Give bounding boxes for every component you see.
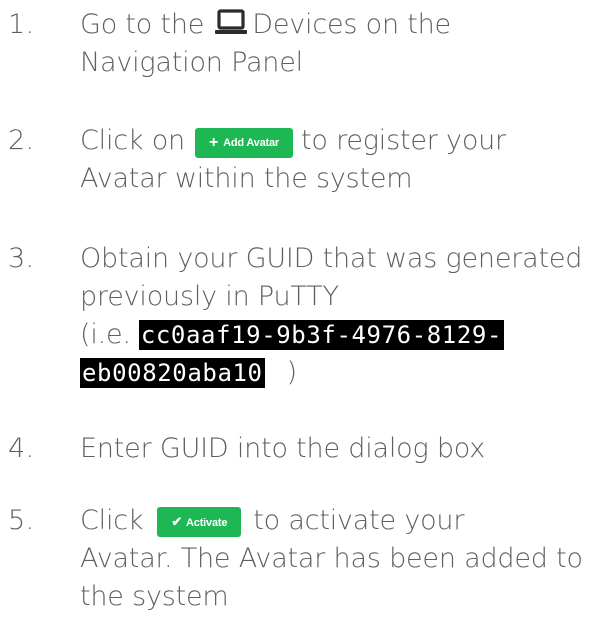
step-text-line2: Avatar. The Avatar has been added to — [80, 543, 583, 574]
step-text: Click on + Add Avatar to register your Avat… — [80, 122, 600, 198]
step-3: 3. Obtain your GUID that was generated p… — [0, 240, 604, 392]
step-text: Click ✔ Activate to activate your Avatar. T… — [80, 502, 600, 616]
step-text-line1: Obtain your GUID that was generated — [80, 243, 583, 274]
step-text-prefix: Click — [80, 505, 144, 536]
step-4: 4. Enter GUID into the dialog box — [0, 430, 604, 470]
step-text-line2: Navigation Panel — [80, 47, 303, 78]
step-text-prefix: Go to the — [80, 9, 205, 40]
step-number: 4. — [8, 433, 35, 464]
activate-button-label: Activate — [186, 517, 228, 529]
activate-button[interactable]: ✔ Activate — [157, 507, 242, 537]
guid-code-part2: eb00820aba10 — [80, 358, 265, 388]
step-number: 5. — [8, 505, 35, 536]
step-text-line2: previously in PuTTY — [80, 281, 339, 312]
step-2: 2. Click on + Add Avatar to register your A… — [0, 122, 604, 200]
laptop-icon — [214, 9, 248, 37]
check-icon: ✔ — [171, 514, 183, 529]
step-text-suffix: to activate your — [253, 505, 465, 536]
instructions-list: 1. Go to the Devices on the Navigation P… — [0, 0, 604, 617]
guid-prefix: (i.e. — [80, 319, 131, 350]
plus-icon: + — [208, 134, 219, 151]
step-number: 3. — [8, 243, 35, 274]
guid-code-part1: cc0aaf19-9b3f-4976-8129- — [138, 320, 504, 350]
step-text: Obtain your GUID that was generated prev… — [80, 240, 600, 392]
step-number: 1. — [8, 9, 35, 40]
step-text-prefix: Click on — [80, 125, 185, 156]
step-text: Enter GUID into the dialog box — [80, 430, 600, 468]
add-avatar-button[interactable]: + Add Avatar — [194, 128, 293, 158]
step-text-suffix: to register your — [300, 125, 506, 156]
add-avatar-button-label: Add Avatar — [223, 137, 279, 149]
step-text-line3: the system — [80, 581, 229, 612]
step-text-line1: Enter GUID into the dialog box — [80, 433, 486, 464]
step-text-line2: Avatar within the system — [80, 163, 413, 194]
step-number: 2. — [8, 125, 35, 156]
step-5: 5. Click ✔ Activate to activate your Avatar… — [0, 502, 604, 616]
step-text-suffix: Devices on the — [252, 9, 451, 40]
step-1: 1. Go to the Devices on the Navigation P… — [0, 6, 604, 84]
guid-suffix: ) — [286, 357, 298, 388]
step-text: Go to the Devices on the Navigation Pane… — [80, 6, 600, 82]
